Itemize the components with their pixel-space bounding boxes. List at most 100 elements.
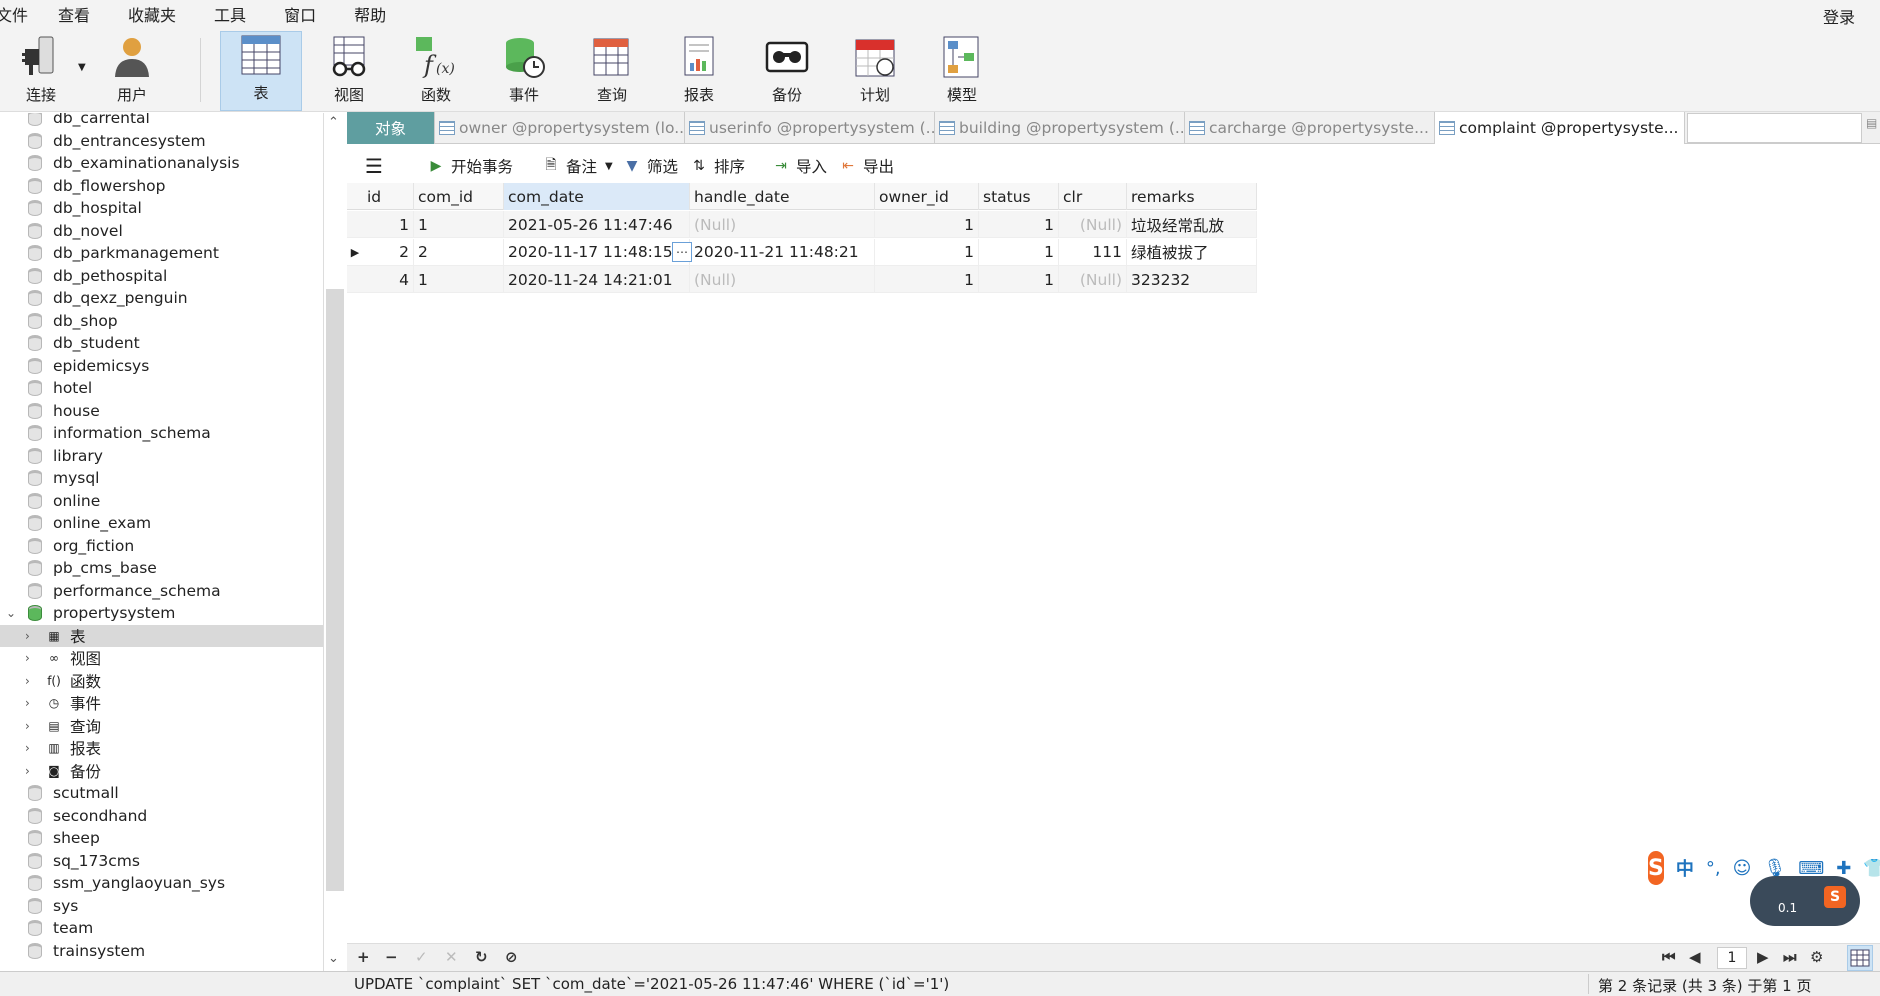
last-page-icon[interactable]: ⏭ [1783,948,1797,966]
grid-cell[interactable]: 2 [363,238,414,266]
toolbar-backup-button[interactable]: 备份 [746,34,828,110]
grid-cell[interactable]: 1 [875,238,979,266]
tree-group-query[interactable]: › ▤ 查询 [0,715,323,738]
menu-help[interactable]: 帮助 [354,2,386,26]
grid-cell[interactable]: 1 [875,211,979,238]
grid-cell[interactable]: 1 [414,211,504,238]
menu-tools[interactable]: 工具 [214,2,246,26]
sidebar-scroll-thumb[interactable] [326,289,344,891]
toolbar-connect-button[interactable]: 连接 [0,34,82,110]
grid-cell[interactable]: 1 [363,211,414,238]
db-tree-item[interactable]: scutmall [0,782,323,805]
grid-cell[interactable]: 111 [1059,238,1127,266]
login-button[interactable]: 登录 [1823,4,1855,28]
first-page-icon[interactable]: ⏮ [1662,948,1676,966]
db-tree-item[interactable]: db_student [0,332,323,355]
prev-page-icon[interactable]: ◀ [1689,948,1701,966]
db-tree-item[interactable]: online_exam [0,512,323,535]
gear-icon[interactable]: ⚙ [1810,948,1823,966]
toolbar-function-button[interactable]: f (x) 函数 [395,34,477,110]
tab-owner[interactable]: owner @propertysystem (lo... [435,112,685,144]
toolbar-table-button[interactable]: 表 [220,31,302,111]
grid-cell[interactable]: 1 [875,266,979,293]
tree-group-function[interactable]: › f() 函数 [0,670,323,693]
db-tree-item[interactable]: epidemicsys [0,355,323,378]
grid-cell[interactable]: (Null) [1059,266,1127,293]
hamburger-menu-button[interactable]: ☰ [365,154,383,178]
grid-cell[interactable]: 4 [363,266,414,293]
db-tree-item[interactable]: sq_173cms [0,850,323,873]
tab-userinfo[interactable]: userinfo @propertysystem (... [685,112,935,144]
tree-group-table[interactable]: › ▦ 表 [0,624,323,647]
ime-float-ball[interactable]: S 0.1 [1750,876,1860,926]
column-header[interactable]: status [979,183,1059,210]
tab-complaint[interactable]: complaint @propertysyste... [1435,112,1685,144]
db-tree-item[interactable]: db_parkmanagement [0,242,323,265]
column-header[interactable]: remarks [1127,183,1257,210]
refresh-button[interactable]: ↻ [475,948,488,966]
scroll-up-icon[interactable]: ⌃ [328,115,339,130]
menu-view[interactable]: 查看 [58,2,90,26]
apply-changes-button[interactable]: ✓ [415,948,428,966]
grid-cell[interactable]: 1 [979,238,1059,266]
db-tree-item[interactable]: db_entrancesystem [0,130,323,153]
row-selector[interactable] [347,211,363,238]
grid-cell[interactable]: 2020-11-21 11:48:21 [690,238,875,266]
tree-group-backup[interactable]: › ◙ 备份 [0,760,323,783]
toolbar-user-button[interactable]: 用户 [91,34,173,110]
db-tree-item[interactable]: performance_schema [0,580,323,603]
db-tree-item[interactable]: house [0,400,323,423]
chevron-right-icon[interactable]: › [25,674,30,688]
db-tree-item[interactable]: information_schema [0,422,323,445]
grid-cell[interactable]: 1 [979,266,1059,293]
grid-cell[interactable]: (Null) [690,211,875,238]
column-header[interactable]: com_date [504,183,690,210]
grid-cell[interactable]: 2020-11-24 14:21:01 [504,266,690,293]
db-tree-item[interactable]: propertysystem ⌄ [0,602,323,625]
menu-favorites[interactable]: 收藏夹 [128,2,176,26]
grid-cell[interactable]: 1 [979,211,1059,238]
delete-record-button[interactable]: − [385,948,398,966]
menu-file[interactable]: 文件 [0,2,28,26]
next-page-icon[interactable]: ▶ [1757,948,1769,966]
db-tree-item[interactable]: hotel [0,377,323,400]
db-tree-item[interactable]: org_fiction [0,535,323,558]
chevron-right-icon[interactable]: › [25,719,30,733]
grid-cell[interactable]: (Null) [1059,211,1127,238]
note-button[interactable]: 🗎 备注 ▼ [542,155,612,177]
table-row[interactable]: 1 1 2021-05-26 11:47:46 (Null) 1 1 (Null) 垃圾经常乱… [347,211,1257,238]
db-tree-item[interactable]: sheep [0,827,323,850]
import-button[interactable]: ⇥ 导入 [772,155,827,177]
grid-cell[interactable]: (Null) [690,266,875,293]
ime-punct-icon[interactable]: °, [1706,858,1721,879]
chevron-down-icon[interactable]: ⌄ [6,606,16,620]
column-header[interactable]: handle_date [690,183,875,210]
export-button[interactable]: ⇤ 导出 [839,155,894,177]
tab-objects[interactable]: 对象 [347,112,435,144]
db-tree-item[interactable]: db_qexz_penguin [0,287,323,310]
db-tree-item[interactable]: db_pethospital [0,265,323,288]
tab-menu-icon[interactable]: ▤ [1866,116,1877,130]
toolbar-query-button[interactable]: 查询 [571,34,653,110]
db-tree-item[interactable]: db_shop [0,310,323,333]
db-tree-item[interactable]: team [0,917,323,940]
toolbar-report-button[interactable]: 报表 [658,34,740,110]
begin-transaction-button[interactable]: ▶ 开始事务 [427,155,513,177]
toolbar-view-button[interactable]: 视图 [308,34,390,110]
grid-cell[interactable]: 2 [414,238,504,266]
db-tree-item[interactable]: db_novel [0,220,323,243]
chevron-right-icon[interactable]: › [25,651,30,665]
tree-group-view-glasses[interactable]: › ∞ 视图 [0,647,323,670]
chevron-right-icon[interactable]: › [25,741,30,755]
connect-dropdown-icon[interactable]: ▼ [78,62,86,73]
db-tree-item[interactable]: trainsystem [0,940,323,963]
page-number-input[interactable]: 1 [1717,947,1747,969]
tab-building[interactable]: building @propertysystem (... [935,112,1185,144]
grid-cell[interactable]: 1 [414,266,504,293]
cell-editor-ellipsis-button[interactable]: ⋯ [672,241,692,262]
toolbar-model-button[interactable]: 模型 [921,34,1003,110]
table-row[interactable]: 4 1 2020-11-24 14:21:01 (Null) 1 1 (Null) 32323… [347,266,1257,293]
sort-button[interactable]: ⇅ 排序 [690,155,745,177]
menu-window[interactable]: 窗口 [284,2,316,26]
scroll-down-icon[interactable]: ⌄ [328,951,339,966]
